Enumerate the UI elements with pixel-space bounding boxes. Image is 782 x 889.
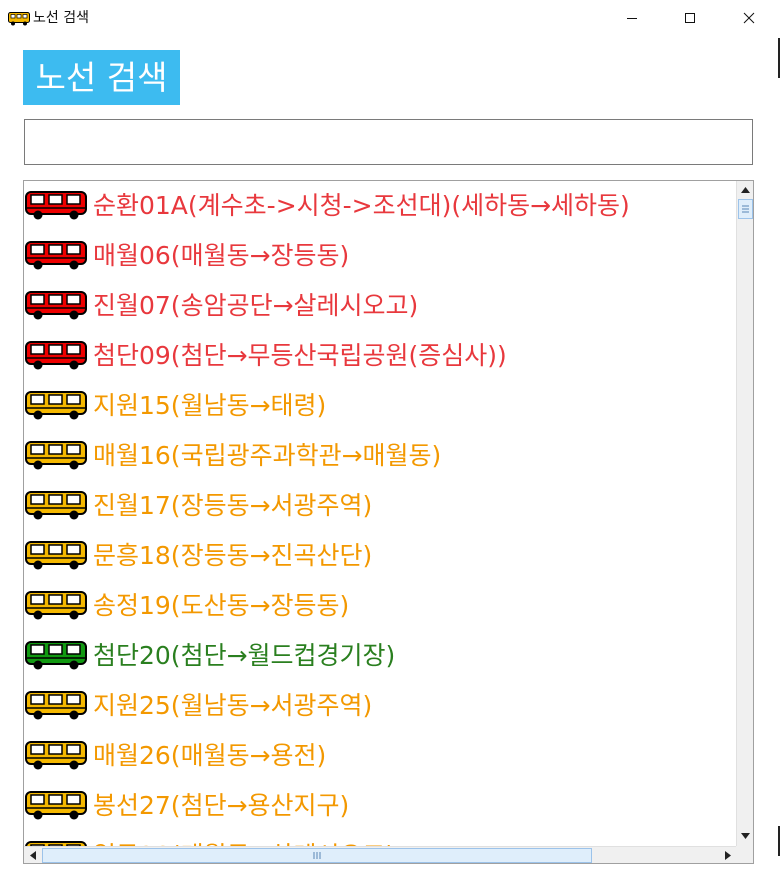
route-label: 첨단20(첨단→월드컵경기장) — [93, 641, 396, 670]
route-list-item[interactable]: 진월17(장등동→서광주역) — [24, 481, 736, 531]
route-label: 진월07(송암공단→살레시오고) — [93, 291, 419, 320]
bus-icon — [25, 441, 87, 475]
route-label: 매월06(매월동→장등동) — [93, 241, 350, 270]
route-list-viewport: 순환01A(계수초->시청->조선대)(세하동→세하동) 매월06(매월동→장등동… — [24, 181, 736, 846]
bus-icon — [25, 491, 87, 525]
route-label: 첨단09(첨단→무등산국립공원(증심사)) — [93, 341, 507, 370]
route-list-item[interactable]: 일곡28(매월동→살레시오고) — [24, 831, 736, 846]
close-icon — [743, 12, 755, 24]
horizontal-scroll-thumb[interactable] — [42, 848, 592, 863]
bus-icon — [25, 291, 87, 325]
route-list-item[interactable]: 문흥18(장등동→진곡산단) — [24, 531, 736, 581]
bus-icon — [25, 541, 87, 575]
title-bar: 노선 검색 — [0, 0, 782, 36]
bus-icon — [25, 191, 87, 225]
scroll-up-arrow-icon[interactable] — [737, 181, 753, 198]
route-list-item[interactable]: 첨단09(첨단→무등산국립공원(증심사)) — [24, 331, 736, 381]
route-list-item[interactable]: 진월07(송암공단→살레시오고) — [24, 281, 736, 331]
minimize-button[interactable] — [603, 0, 661, 36]
minimize-icon — [627, 18, 637, 19]
bus-icon — [25, 741, 87, 775]
route-label: 봉선27(첨단→용산지구) — [93, 791, 350, 820]
route-list-item[interactable]: 지원25(월남동→서광주역) — [24, 681, 736, 731]
route-list-item[interactable]: 순환01A(계수초->시청->조선대)(세하동→세하동) — [24, 181, 736, 231]
route-label: 순환01A(계수초->시청->조선대)(세하동→세하동) — [93, 191, 630, 220]
route-list-item[interactable]: 첨단20(첨단→월드컵경기장) — [24, 631, 736, 681]
route-list-item[interactable]: 송정19(도산동→장등동) — [24, 581, 736, 631]
route-list-item[interactable]: 매월16(국립광주과학관→매월동) — [24, 431, 736, 481]
search-input[interactable] — [24, 119, 753, 165]
bus-icon — [25, 691, 87, 725]
route-label: 송정19(도산동→장등동) — [93, 591, 350, 620]
bus-icon — [25, 641, 87, 675]
scrollbar-corner — [736, 846, 753, 863]
route-list-item[interactable]: 매월26(매월동→용전) — [24, 731, 736, 781]
scroll-right-arrow-icon[interactable] — [719, 847, 736, 863]
bus-icon — [25, 591, 87, 625]
route-list[interactable]: 순환01A(계수초->시청->조선대)(세하동→세하동) 매월06(매월동→장등동… — [23, 180, 754, 864]
window-title: 노선 검색 — [33, 10, 89, 26]
route-label: 진월17(장등동→서광주역) — [93, 491, 373, 520]
bus-icon — [25, 391, 87, 425]
route-label: 매월26(매월동→용전) — [93, 741, 327, 770]
scroll-left-arrow-icon[interactable] — [24, 847, 41, 863]
vertical-scroll-thumb[interactable] — [738, 199, 753, 219]
vertical-scrollbar[interactable] — [736, 181, 753, 846]
bus-icon — [25, 791, 87, 825]
bus-icon — [25, 241, 87, 275]
route-list-item[interactable]: 지원15(월남동→태령) — [24, 381, 736, 431]
bus-icon — [25, 341, 87, 375]
bus-app-icon — [8, 11, 30, 30]
maximize-icon — [685, 13, 695, 23]
window-edge — [778, 826, 780, 856]
route-list-item[interactable]: 매월06(매월동→장등동) — [24, 231, 736, 281]
close-button[interactable] — [720, 0, 778, 36]
scroll-down-arrow-icon[interactable] — [737, 827, 753, 844]
page-heading: 노선 검색 — [23, 50, 180, 105]
route-list-item[interactable]: 봉선27(첨단→용산지구) — [24, 781, 736, 831]
route-label: 지원15(월남동→태령) — [93, 391, 327, 420]
route-label: 일곡28(매월동→살레시오고) — [93, 839, 395, 846]
route-label: 매월16(국립광주과학관→매월동) — [93, 441, 442, 470]
window-edge — [778, 38, 780, 78]
route-label: 문흥18(장등동→진곡산단) — [93, 541, 373, 570]
maximize-button[interactable] — [661, 0, 719, 36]
route-label: 지원25(월남동→서광주역) — [93, 691, 373, 720]
horizontal-scrollbar[interactable] — [24, 846, 736, 863]
